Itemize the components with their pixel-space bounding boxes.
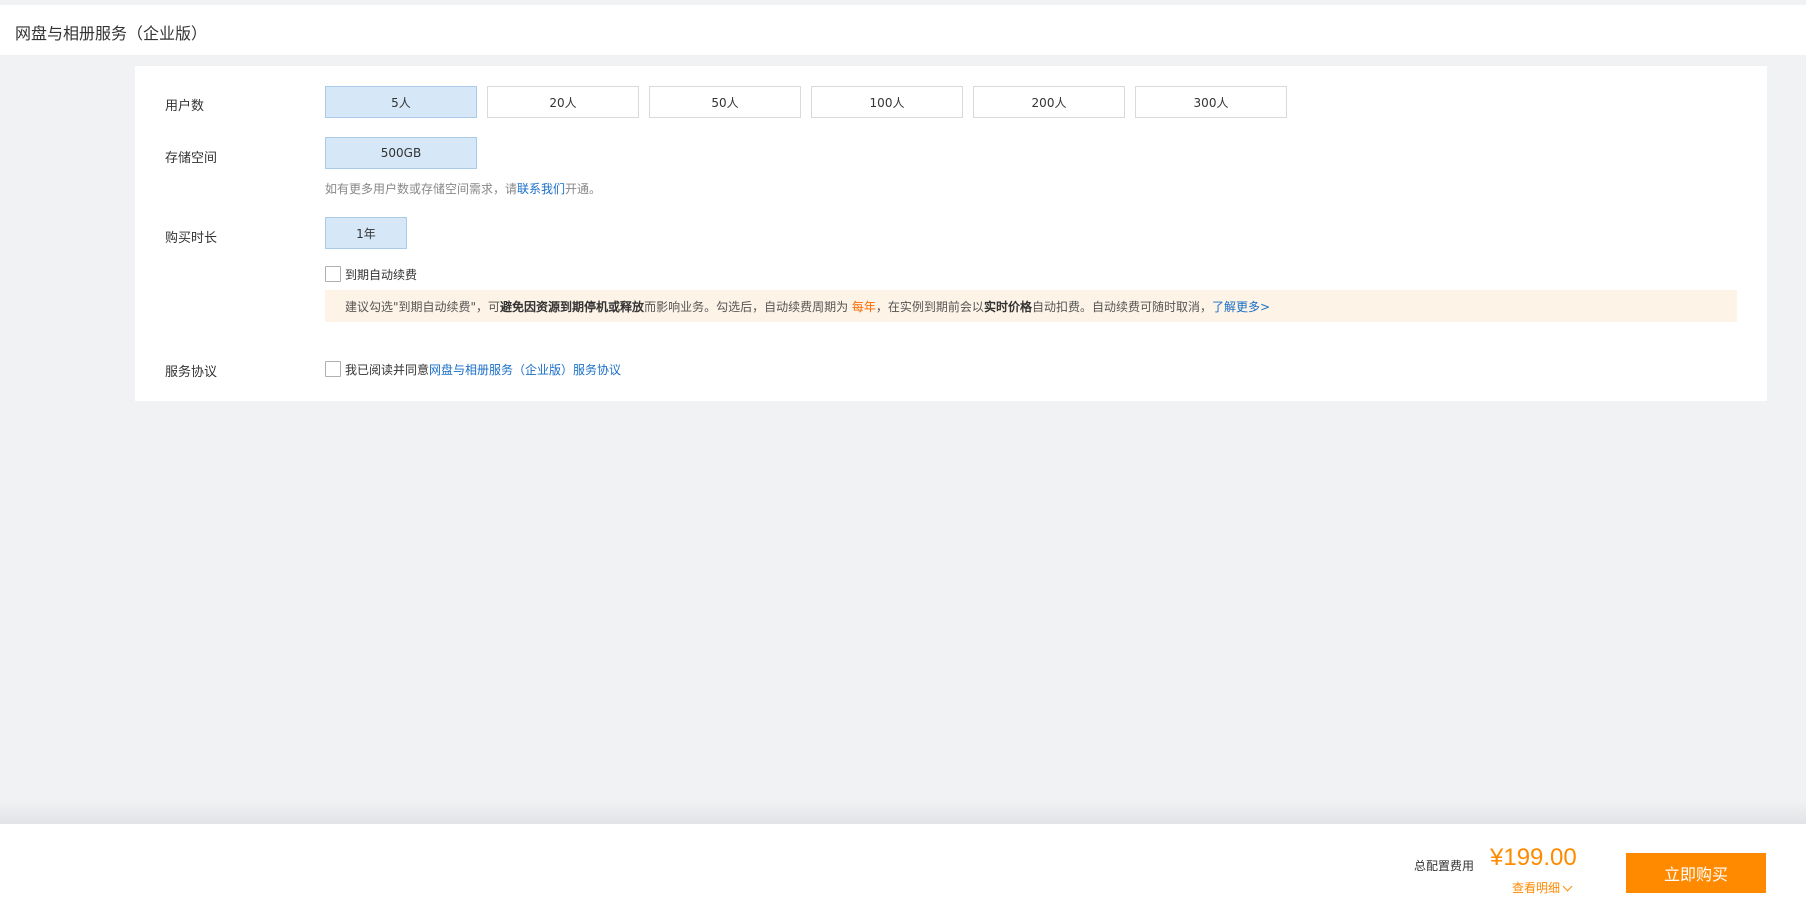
agreement-checkbox[interactable] <box>325 361 341 377</box>
users-option-50[interactable]: 50人 <box>649 86 801 118</box>
view-details-link[interactable]: 查看明细 <box>1512 879 1573 896</box>
purchase-footer: 总配置费用 ¥199.00 查看明细 立即购买 <box>0 824 1806 907</box>
users-option-300[interactable]: 300人 <box>1135 86 1287 118</box>
chevron-down-icon[interactable] <box>1562 881 1573 892</box>
storage-hint-prefix: 如有更多用户数或存储空间需求，请 <box>325 182 518 196</box>
page-title: 网盘与相册服务（企业版） <box>15 24 208 43</box>
tip-text-1: 建议勾选"到期自动续费"，可 <box>345 299 501 314</box>
page-header: 网盘与相册服务（企业版） <box>0 5 1806 55</box>
tip-renew-period: 每年 <box>851 299 876 314</box>
auto-renew-label[interactable]: 到期自动续费 <box>345 266 417 283</box>
total-price: ¥199.00 <box>1490 844 1577 871</box>
tip-bold-2: 实时价格 <box>983 299 1032 314</box>
total-cost-label: 总配置费用 <box>1414 859 1475 873</box>
service-agreement-link[interactable]: 网盘与相册服务（企业版）服务协议 <box>429 363 621 377</box>
tip-text-3: ，在实例到期前会以 <box>875 299 984 314</box>
buy-now-button[interactable]: 立即购买 <box>1626 853 1766 893</box>
storage-option-500gb[interactable]: 500GB <box>325 137 477 169</box>
contact-us-link[interactable]: 联系我们 <box>517 182 565 196</box>
view-details-label[interactable]: 查看明细 <box>1512 881 1560 895</box>
users-option-100[interactable]: 100人 <box>811 86 963 118</box>
storage-hint-suffix: 开通。 <box>565 182 602 196</box>
tip-bold-1: 避免因资源到期停机或释放 <box>500 299 645 314</box>
duration-option-1-year[interactable]: 1年 <box>325 217 407 249</box>
auto-renew-checkbox[interactable] <box>325 266 341 282</box>
auto-renew-tip: 建议勾选"到期自动续费"，可 避免因资源到期停机或释放 而影响业务。勾选后，自动续费… <box>325 290 1737 322</box>
agreement-prefix: 我已阅读并同意 <box>345 363 430 377</box>
storage-label: 存储空间 <box>165 151 218 166</box>
agreement-label: 服务协议 <box>165 365 218 380</box>
storage-hint: 如有更多用户数或存储空间需求，请联系我们开通。 <box>325 180 601 197</box>
config-card: 用户数 5人 20人 50人 100人 200人 300人 存储空间 500GB… <box>135 66 1767 401</box>
tip-text-4: 自动扣费。自动续费可随时取消， <box>1031 299 1212 314</box>
learn-more-link[interactable]: 了解更多> <box>1212 298 1270 315</box>
users-option-20[interactable]: 20人 <box>487 86 639 118</box>
agreement-text: 我已阅读并同意网盘与相册服务（企业版）服务协议 <box>345 361 621 378</box>
footer-shadow <box>0 800 1806 824</box>
duration-label: 购买时长 <box>165 231 218 246</box>
users-label: 用户数 <box>165 99 205 114</box>
users-option-5[interactable]: 5人 <box>325 86 477 118</box>
users-option-200[interactable]: 200人 <box>973 86 1125 118</box>
tip-text-2: 而影响业务。勾选后，自动续费周期为 <box>644 299 849 314</box>
